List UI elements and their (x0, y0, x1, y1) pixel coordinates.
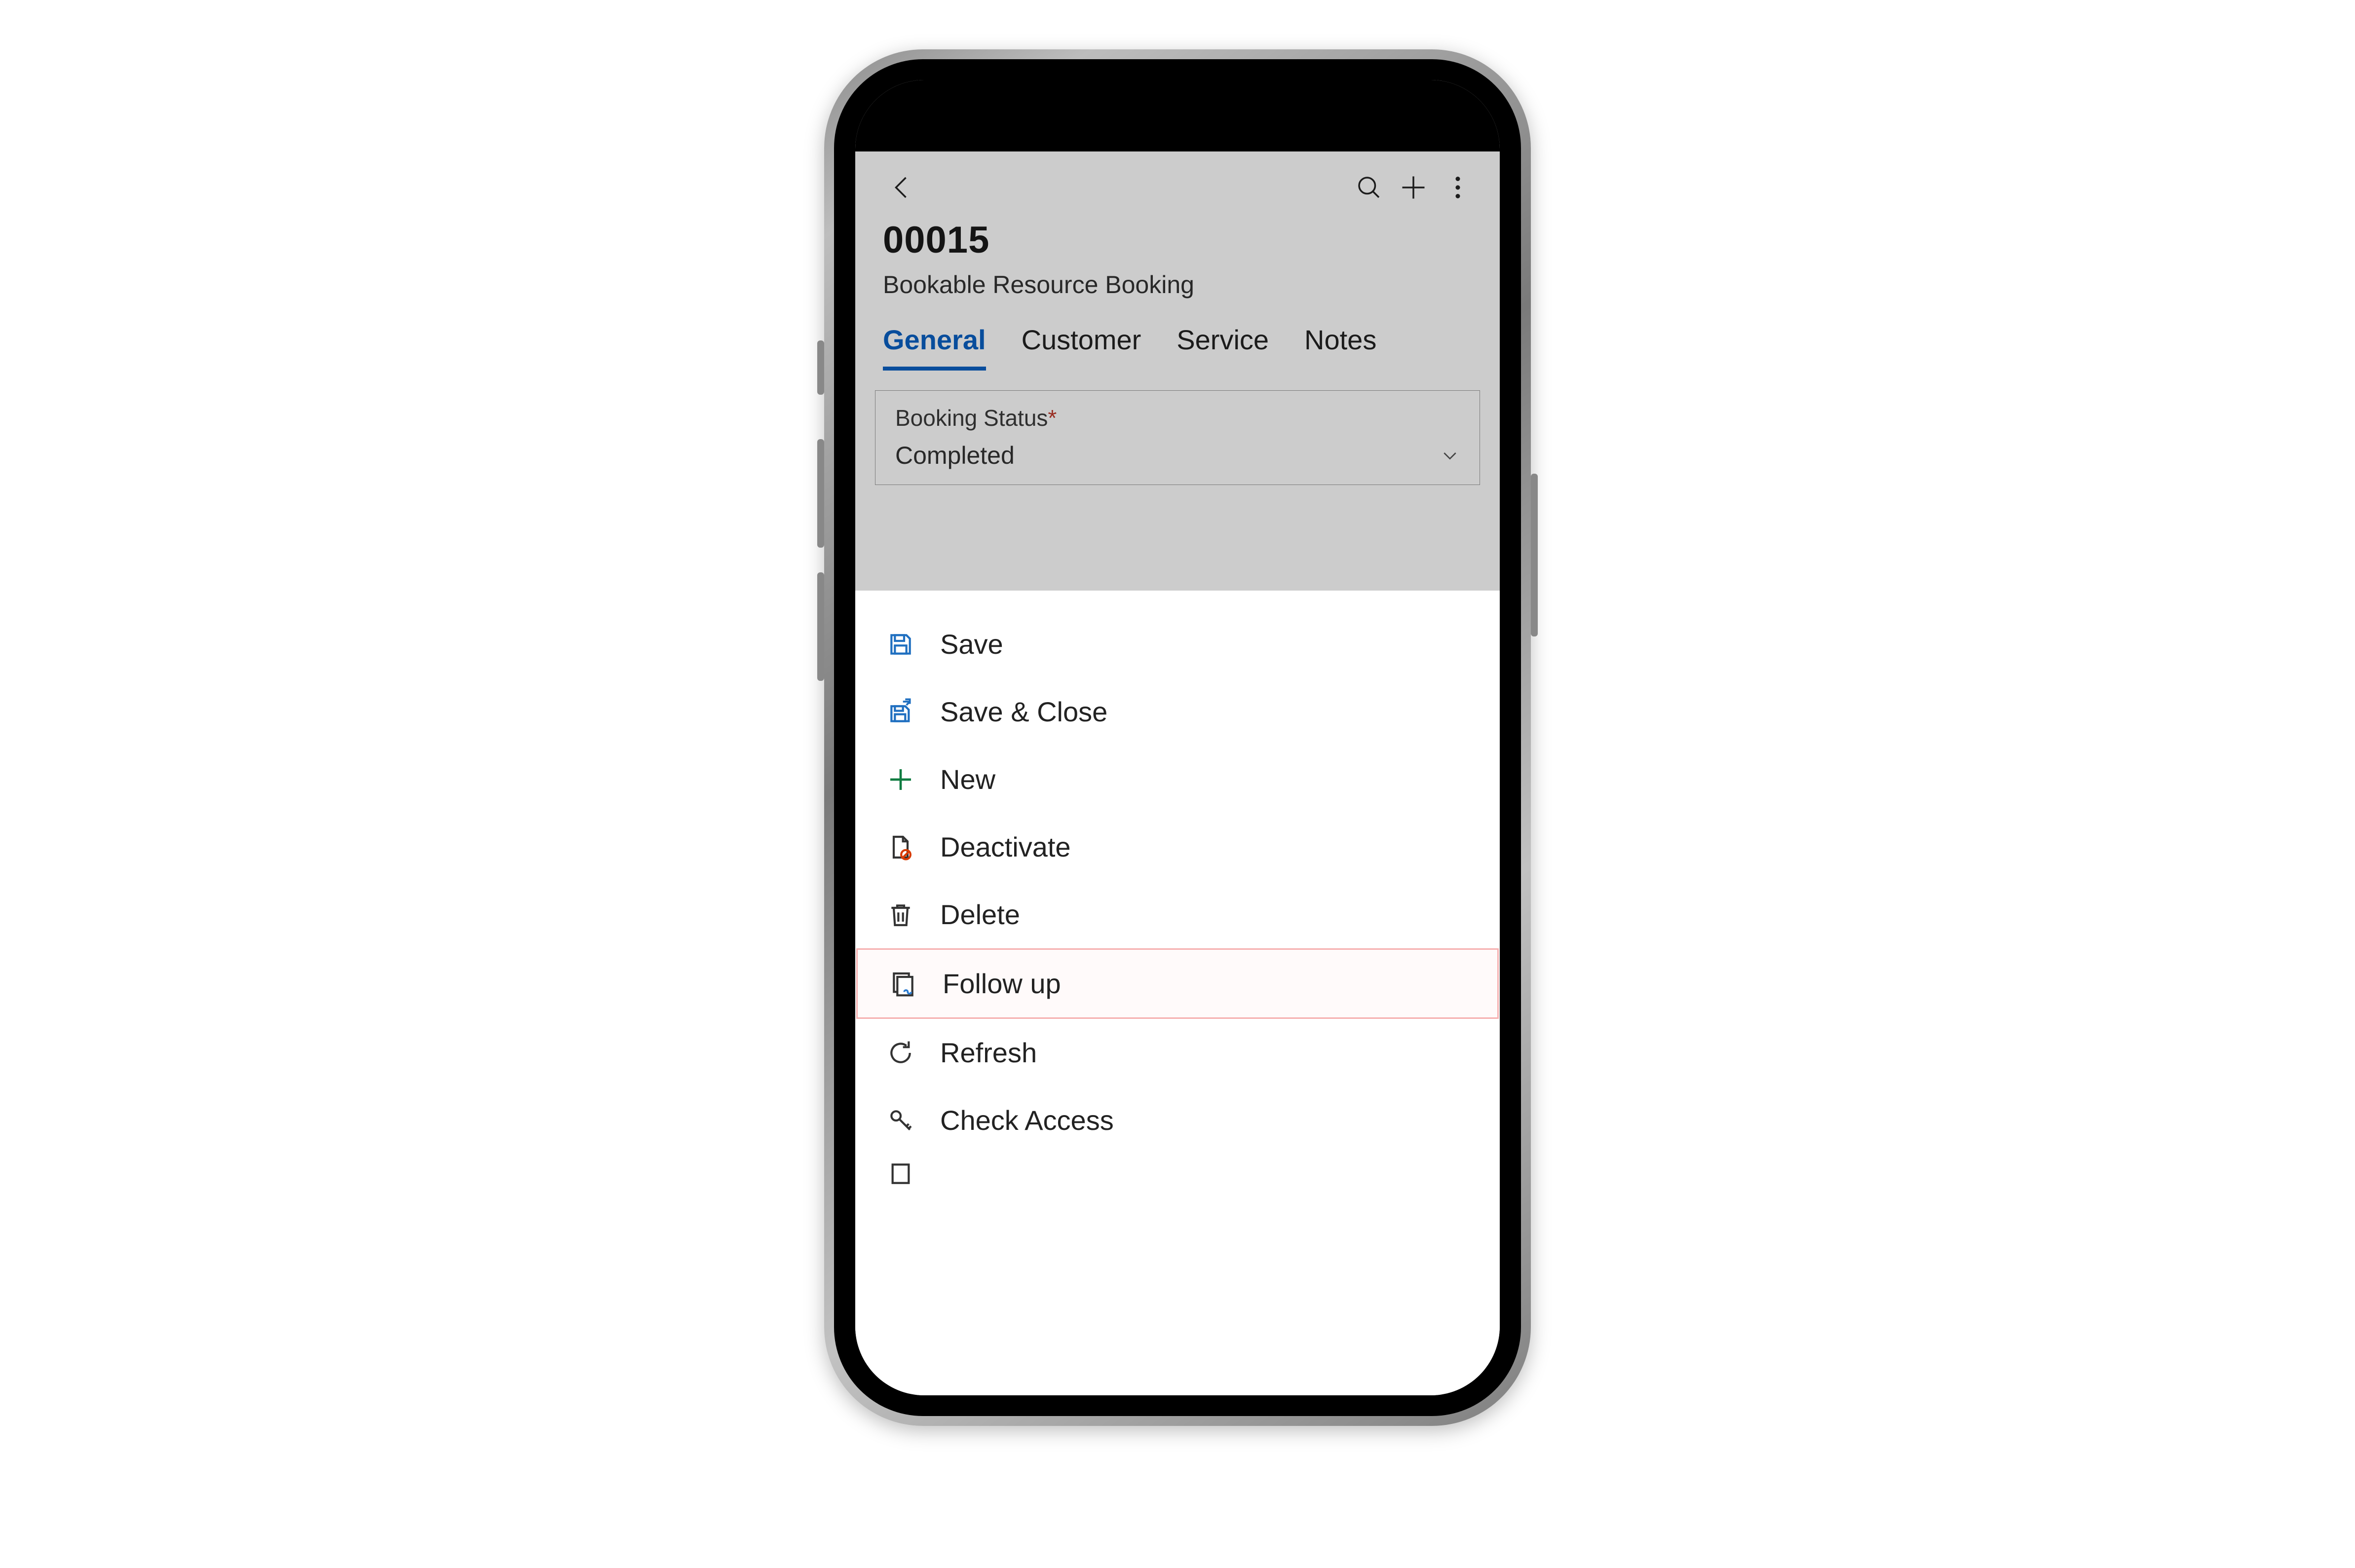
menu-new[interactable]: New (855, 746, 1500, 813)
field-booking-status[interactable]: Booking Status* Completed (875, 390, 1480, 485)
generic-icon (885, 1158, 916, 1190)
refresh-icon (885, 1037, 916, 1069)
menu-delete[interactable]: Delete (855, 881, 1500, 948)
action-sheet: Save Save & Close (855, 591, 1500, 1395)
back-button[interactable] (880, 165, 924, 210)
plus-icon (885, 764, 916, 795)
tab-general[interactable]: General (883, 324, 986, 371)
search-icon[interactable] (1347, 165, 1391, 210)
mute-switch (817, 340, 824, 395)
screen: 00015 Bookable Resource Booking General … (855, 80, 1500, 1395)
field-label-text: Booking Status (895, 405, 1048, 431)
save-close-icon (885, 696, 916, 728)
command-bar (855, 151, 1500, 214)
menu-label: Delete (940, 898, 1020, 931)
menu-label: Refresh (940, 1037, 1037, 1069)
add-icon[interactable] (1391, 165, 1436, 210)
tab-customer[interactable]: Customer (1022, 324, 1141, 371)
menu-label: Save (940, 628, 1003, 660)
menu-label: Check Access (940, 1104, 1114, 1136)
field-value-text: Completed (895, 441, 1015, 470)
menu-item-truncated[interactable] (855, 1156, 1500, 1192)
menu-label: Follow up (943, 968, 1061, 1000)
statusbar-pad (855, 80, 1500, 151)
phone-bezel: 00015 Bookable Resource Booking General … (834, 59, 1521, 1416)
menu-label: New (940, 763, 995, 795)
deactivate-icon (885, 831, 916, 863)
menu-save-close[interactable]: Save & Close (855, 678, 1500, 746)
menu-check-access[interactable]: Check Access (855, 1086, 1500, 1154)
save-icon (885, 629, 916, 660)
menu-refresh[interactable]: Refresh (855, 1019, 1500, 1086)
menu-label: Deactivate (940, 831, 1071, 863)
follow-up-icon (887, 968, 919, 1000)
menu-label: Save & Close (940, 696, 1107, 728)
volume-up-btn (817, 439, 824, 548)
menu-deactivate[interactable]: Deactivate (855, 813, 1500, 881)
trash-icon (885, 899, 916, 931)
record-view: 00015 Bookable Resource Booking General … (855, 151, 1500, 591)
phone-frame: 00015 Bookable Resource Booking General … (824, 49, 1531, 1426)
tab-bar: General Customer Service Notes (855, 314, 1500, 371)
chevron-down-icon (1440, 446, 1460, 465)
tab-notes[interactable]: Notes (1304, 324, 1376, 371)
required-marker: * (1048, 405, 1057, 431)
power-btn (1531, 474, 1538, 636)
menu-save[interactable]: Save (855, 610, 1500, 678)
entity-name: Bookable Resource Booking (883, 270, 1472, 299)
page-title: 00015 (883, 219, 1472, 261)
volume-down-btn (817, 572, 824, 681)
menu-follow-up[interactable]: Follow up (856, 948, 1499, 1019)
tab-service[interactable]: Service (1177, 324, 1269, 371)
more-icon[interactable] (1436, 165, 1480, 210)
key-icon (885, 1105, 916, 1136)
